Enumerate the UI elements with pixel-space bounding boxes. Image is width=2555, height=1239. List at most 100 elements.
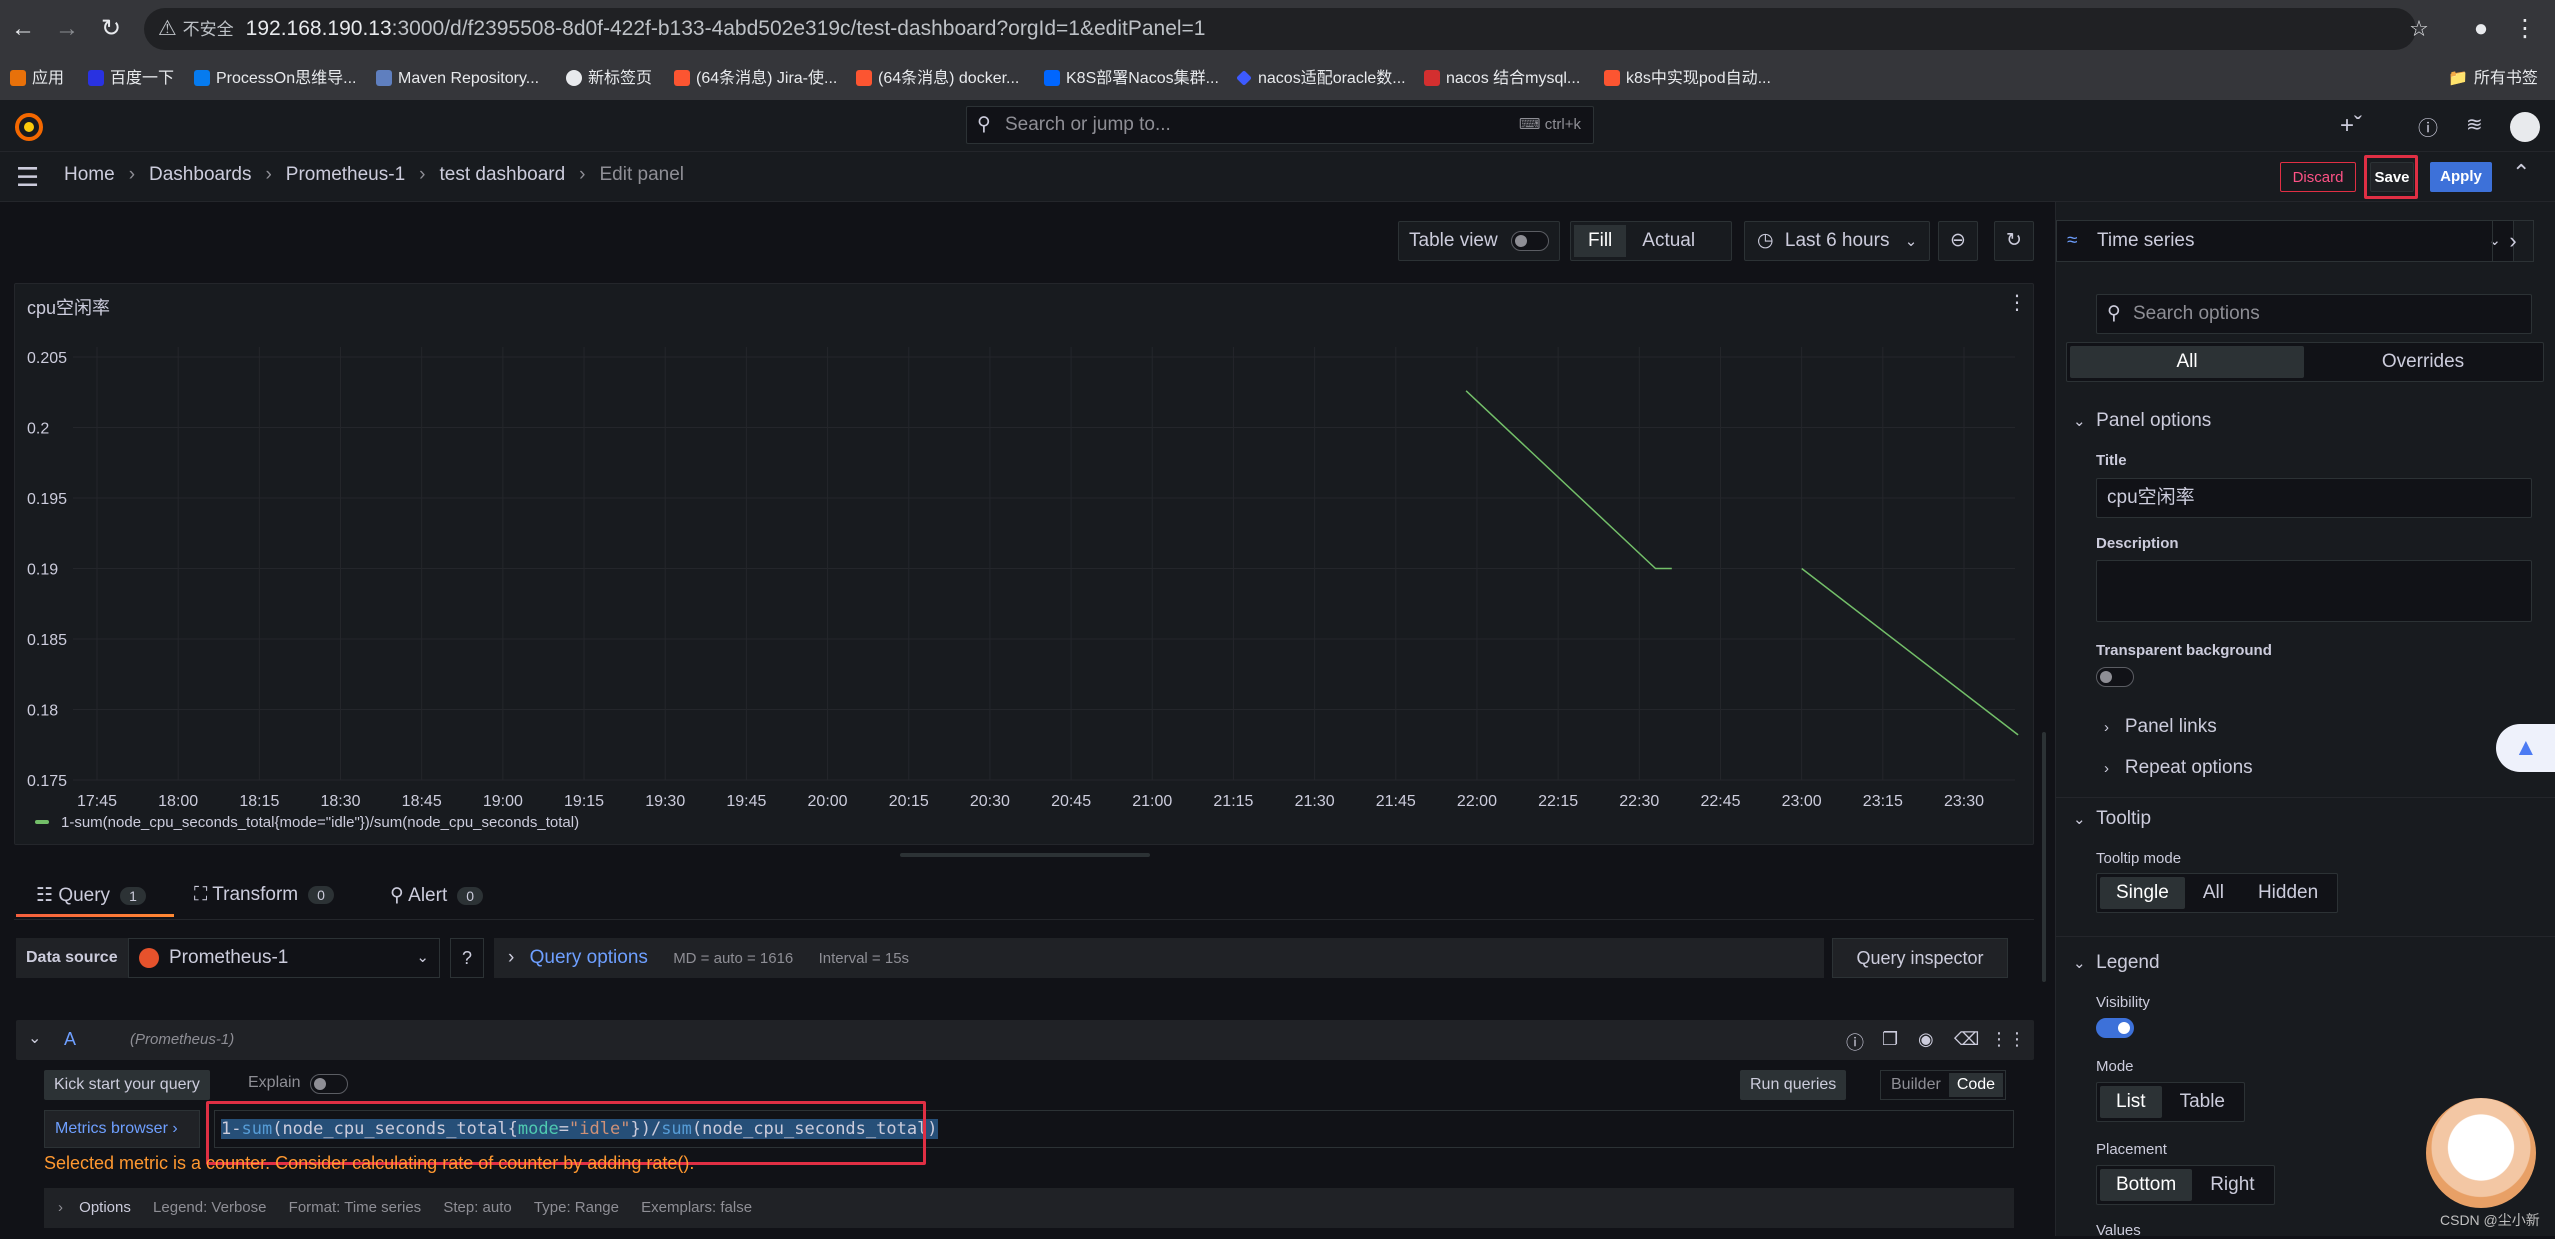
- bookmark[interactable]: 应用: [10, 68, 64, 90]
- legend-item[interactable]: 1-sum(node_cpu_seconds_total{mode="idle"…: [35, 814, 579, 831]
- metrics-browser-button[interactable]: Metrics browser ›: [44, 1110, 200, 1148]
- tab-alert[interactable]: ⚲ Alert 0: [390, 884, 484, 907]
- x-tick-label: 19:00: [483, 793, 523, 810]
- bookmark[interactable]: (64条消息) docker...: [856, 68, 1019, 90]
- active-tab-indicator: [16, 914, 174, 917]
- x-tick-label: 20:00: [808, 793, 848, 810]
- reload-icon[interactable]: ↻: [96, 14, 126, 44]
- builder-button[interactable]: Builder: [1883, 1073, 1949, 1097]
- x-tick-label: 21:45: [1376, 793, 1416, 810]
- description-textarea[interactable]: [2096, 560, 2532, 622]
- user-avatar[interactable]: [2510, 112, 2540, 142]
- all-tab[interactable]: All: [2070, 346, 2304, 378]
- mode-table[interactable]: Table: [2164, 1086, 2241, 1118]
- refresh-icon[interactable]: ↻: [1994, 221, 2034, 261]
- table-view-switch[interactable]: [1511, 231, 1549, 251]
- bookmark[interactable]: ProcessOn思维导...: [194, 68, 356, 90]
- x-tick-label: 22:30: [1619, 793, 1659, 810]
- tooltip-hidden[interactable]: Hidden: [2242, 877, 2334, 909]
- section-tooltip[interactable]: ⌄ Tooltip: [2073, 808, 2151, 830]
- discard-button[interactable]: Discard: [2280, 162, 2356, 192]
- resize-handle[interactable]: [900, 853, 1150, 857]
- query-row-header: ⌄ A (Prometheus-1) ⓘ ❐ ◉ ⌫ ⋮⋮: [16, 1020, 2034, 1060]
- time-range-picker[interactable]: ◷ Last 6 hours ⌄: [1744, 221, 1930, 261]
- search-icon: ⚲: [977, 114, 991, 135]
- query-options-row[interactable]: › Options Legend: Verbose Format: Time s…: [44, 1188, 2014, 1228]
- grafana-logo-icon[interactable]: [14, 112, 44, 142]
- tooltip-all[interactable]: All: [2187, 877, 2240, 909]
- crumb-dashboards[interactable]: Dashboards: [149, 164, 251, 185]
- help-icon[interactable]: ?: [450, 938, 484, 978]
- help-icon[interactable]: ⓘ: [1846, 1029, 1864, 1055]
- tooltip-single[interactable]: Single: [2100, 877, 2185, 909]
- run-queries-button[interactable]: Run queries: [1740, 1070, 1847, 1100]
- bookmark[interactable]: 新标签页: [566, 68, 652, 90]
- address-bar[interactable]: ⚠ 不安全 192.168.190.13:3000/d/f2395508-8d0f…: [144, 8, 2416, 50]
- add-icon[interactable]: +ˇ: [2340, 112, 2362, 140]
- chevron-right-icon[interactable]: ›: [2492, 220, 2534, 262]
- tooltip-mode-label: Tooltip mode: [2096, 850, 2182, 867]
- tab-query[interactable]: ☷ Query 1: [36, 884, 146, 907]
- datasource-select[interactable]: Prometheus-1 ⌄: [128, 938, 440, 978]
- query-inspector-button[interactable]: Query inspector: [1832, 938, 2008, 978]
- section-panel-links[interactable]: › Panel links: [2104, 716, 2217, 738]
- bookmark[interactable]: nacos适配oracle数...: [1236, 68, 1406, 90]
- apply-button[interactable]: Apply: [2430, 162, 2492, 192]
- section-repeat-options[interactable]: › Repeat options: [2104, 757, 2253, 779]
- bookmark[interactable]: K8S部署Nacos集群...: [1044, 68, 1219, 90]
- crumb-datasource[interactable]: Prometheus-1: [286, 164, 405, 185]
- search-options-input[interactable]: ⚲ Search options: [2096, 294, 2532, 334]
- search-input[interactable]: ⚲ Search or jump to... ⌨ ctrl+k: [966, 106, 1594, 144]
- table-view-toggle[interactable]: Table view: [1398, 221, 1560, 261]
- bookmark[interactable]: (64条消息) Jira-使...: [674, 68, 837, 90]
- overrides-tab[interactable]: Overrides: [2306, 346, 2540, 378]
- scrollbar[interactable]: [2042, 732, 2046, 982]
- drag-handle-icon[interactable]: ⋮⋮: [1990, 1029, 2026, 1050]
- section-legend[interactable]: ⌄ Legend: [2073, 952, 2160, 974]
- zoom-out-icon[interactable]: ⊖: [1938, 221, 1978, 261]
- explain-switch[interactable]: [310, 1074, 348, 1094]
- help-icon[interactable]: ⓘ: [2418, 112, 2438, 141]
- hamburger-menu-icon[interactable]: ☰: [16, 162, 39, 193]
- forward-icon[interactable]: →: [52, 14, 82, 44]
- placement-right[interactable]: Right: [2194, 1169, 2270, 1201]
- bookmark[interactable]: 百度一下: [88, 68, 174, 90]
- mascot-avatar[interactable]: [2426, 1098, 2536, 1208]
- query-ref-id[interactable]: A: [64, 1029, 76, 1050]
- visualization-picker[interactable]: ≈ Time series ⌄: [2056, 220, 2514, 262]
- tab-transform[interactable]: ⛶ Transform 0: [194, 884, 334, 906]
- star-icon[interactable]: ☆: [2404, 14, 2434, 44]
- kick-start-button[interactable]: Kick start your query: [44, 1070, 210, 1100]
- section-panel-options[interactable]: ⌄ Panel options: [2073, 410, 2211, 432]
- assistant-float-button[interactable]: ▲: [2496, 724, 2555, 772]
- all-bookmarks[interactable]: 📁 所有书签: [2448, 68, 2538, 90]
- chevron-up-icon[interactable]: ⌃: [2512, 160, 2530, 186]
- fill-button[interactable]: Fill: [1574, 225, 1627, 257]
- trash-icon[interactable]: ⌫: [1954, 1029, 1979, 1050]
- code-button[interactable]: Code: [1948, 1073, 2004, 1097]
- menu-icon[interactable]: ⋮: [2510, 14, 2540, 44]
- profile-icon[interactable]: ●: [2466, 14, 2496, 44]
- bookmark[interactable]: nacos 结合mysql...: [1424, 68, 1580, 90]
- chevron-down-icon[interactable]: ⌄: [28, 1028, 41, 1048]
- query-options-toggle[interactable]: › Query options MD = auto = 1616 Interva…: [494, 938, 1824, 978]
- actual-button[interactable]: Actual: [1628, 225, 1709, 257]
- copy-icon[interactable]: ❐: [1882, 1029, 1898, 1050]
- mode-list[interactable]: List: [2100, 1086, 2162, 1118]
- back-icon[interactable]: ←: [8, 14, 38, 44]
- visibility-label: Visibility: [2096, 994, 2150, 1011]
- panel-menu-icon[interactable]: ⋮: [2007, 290, 2027, 315]
- shortcut-hint: ⌨ ctrl+k: [1518, 116, 1581, 133]
- eye-icon[interactable]: ◉: [1918, 1029, 1934, 1050]
- title-input[interactable]: cpu空闲率: [2096, 478, 2532, 518]
- x-tick-label: 18:30: [320, 793, 360, 810]
- bookmark[interactable]: Maven Repository...: [376, 68, 539, 90]
- news-icon[interactable]: ≋: [2466, 112, 2483, 137]
- x-tick-label: 22:00: [1457, 793, 1497, 810]
- crumb-dashboard[interactable]: test dashboard: [439, 164, 565, 185]
- crumb-home[interactable]: Home: [64, 164, 115, 185]
- placement-bottom[interactable]: Bottom: [2100, 1169, 2193, 1201]
- transparent-switch[interactable]: [2096, 667, 2134, 687]
- legend-visibility-switch[interactable]: [2096, 1018, 2134, 1038]
- bookmark[interactable]: k8s中实现pod自动...: [1604, 68, 1771, 90]
